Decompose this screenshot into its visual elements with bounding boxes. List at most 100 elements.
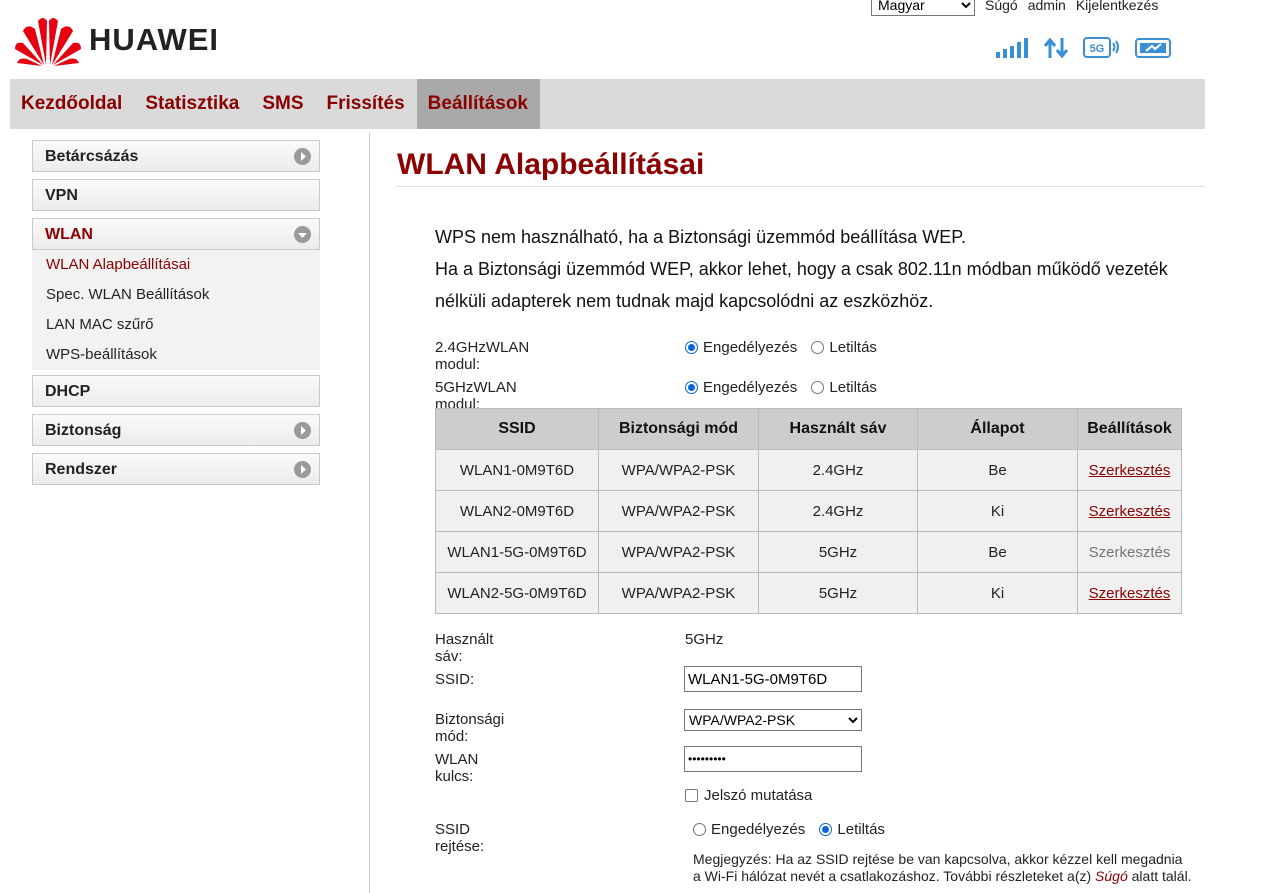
hide-ssid-label: SSID rejtése: (435, 821, 485, 855)
page-title: WLAN Alapbeállításai (397, 148, 705, 181)
sidebar-item-label: VPN (45, 187, 78, 204)
top-bar: Magyar Súgó admin Kijelentkezés (871, 0, 1158, 16)
cell-security: WPA/WPA2-PSK (598, 490, 759, 532)
nav-statistics[interactable]: Statisztika (134, 79, 251, 129)
sidebar-item-label: Rendszer (45, 461, 118, 478)
submenu-wlan-basic[interactable]: WLAN Alapbeállításai (32, 250, 320, 280)
submenu-wps-settings[interactable]: WPS-beállítások (32, 340, 320, 370)
wlan-submenu: WLAN Alapbeállításai Spec. WLAN Beállítá… (32, 250, 320, 370)
table-row: WLAN1-0M9T6D WPA/WPA2-PSK 2.4GHz Be Szer… (435, 449, 1182, 491)
help-link[interactable]: Súgó (985, 0, 1018, 13)
status-icons: 5G (995, 36, 1173, 60)
cell-ssid: WLAN1-5G-0M9T6D (435, 531, 599, 573)
col-ssid: SSID (435, 408, 599, 450)
cell-ssid: WLAN1-0M9T6D (435, 449, 599, 491)
logout-link[interactable]: Kijelentkezés (1076, 0, 1159, 13)
network-5g-icon: 5G (1083, 37, 1119, 58)
sidebar-item-security[interactable]: Biztonság (32, 414, 320, 446)
band-label: Használt sáv: (435, 631, 494, 665)
edit-link-disabled: Szerkesztés (1088, 543, 1171, 561)
module-24-enable-radio[interactable]: Engedélyezés (685, 339, 797, 356)
nav-settings[interactable]: Beállítások (416, 79, 540, 129)
module-5-disable-radio[interactable]: Letiltás (811, 379, 877, 396)
cell-status: Ki (917, 572, 1078, 614)
cell-band: 5GHz (758, 531, 918, 573)
wlan-table: SSID Biztonsági mód Használt sáv Állapot… (435, 408, 1182, 614)
module-5-enable-radio[interactable]: Engedélyezés (685, 379, 797, 396)
notice: WPS nem használható, ha a Biztonsági üze… (435, 221, 1195, 317)
nav-sms[interactable]: SMS (251, 79, 315, 129)
show-password-label: Jelszó mutatása (704, 787, 813, 804)
security-mode-select[interactable]: WPA/WPA2-PSK (684, 709, 862, 731)
sidebar-item-label: WLAN (45, 226, 93, 243)
table-row: WLAN2-0M9T6D WPA/WPA2-PSK 2.4GHz Ki Szer… (435, 490, 1182, 532)
hide-ssid-disable-radio[interactable]: Letiltás (819, 821, 885, 838)
chevron-right-icon (294, 422, 311, 439)
edit-link[interactable]: Szerkesztés (1089, 585, 1171, 602)
col-status: Állapot (917, 408, 1078, 450)
sidebar-item-dialup[interactable]: Betárcsázás (32, 140, 320, 172)
chevron-right-icon (294, 148, 311, 165)
table-row: WLAN1-5G-0M9T6D WPA/WPA2-PSK 5GHz Be Sze… (435, 531, 1182, 573)
cell-status: Ki (917, 490, 1078, 532)
signal-strength-icon (996, 38, 1028, 58)
show-password-checkbox[interactable] (685, 789, 698, 802)
table-row: WLAN2-5G-0M9T6D WPA/WPA2-PSK 5GHz Ki Sze… (435, 572, 1182, 614)
wifi-status-icon (1135, 38, 1171, 58)
sidebar-item-label: Betárcsázás (45, 148, 139, 165)
sidebar: Betárcsázás VPN WLAN WLAN Alapbeállítása… (32, 140, 320, 492)
language-select[interactable]: Magyar (871, 0, 975, 16)
submenu-lan-mac-filter[interactable]: LAN MAC szűrő (32, 310, 320, 340)
security-label: Biztonsági mód: (435, 711, 505, 745)
sidebar-item-label: Biztonság (45, 422, 122, 439)
cell-status: Be (917, 531, 1078, 573)
cell-security: WPA/WPA2-PSK (598, 531, 759, 573)
help-note-link[interactable]: Súgó (1095, 868, 1128, 884)
svg-text:5G: 5G (1090, 43, 1105, 55)
sidebar-item-vpn[interactable]: VPN (32, 179, 320, 211)
cell-ssid: WLAN2-5G-0M9T6D (435, 572, 599, 614)
cell-band: 2.4GHz (758, 490, 918, 532)
band-value: 5GHz (685, 631, 724, 648)
cell-security: WPA/WPA2-PSK (598, 449, 759, 491)
main-nav: Kezdőoldal Statisztika SMS Frissítés Beá… (10, 79, 1205, 129)
cell-status: Be (917, 449, 1078, 491)
sidebar-item-label: DHCP (45, 383, 91, 400)
col-security: Biztonsági mód (598, 408, 759, 450)
notice-line-2: Ha a Biztonsági üzemmód WEP, akkor lehet… (435, 259, 1168, 311)
nav-home[interactable]: Kezdőoldal (10, 79, 134, 129)
wlan-key-input[interactable] (684, 746, 862, 772)
nav-update[interactable]: Frissítés (316, 79, 417, 129)
sidebar-item-system[interactable]: Rendszer (32, 453, 320, 485)
show-password-row[interactable]: Jelszó mutatása (685, 787, 812, 804)
hide-ssid-note: Megjegyzés: Ha az SSID rejtése be van ka… (693, 851, 1192, 884)
chevron-down-icon (294, 226, 311, 243)
divider (369, 133, 370, 893)
sidebar-item-wlan[interactable]: WLAN (32, 218, 320, 250)
huawei-flower-icon (15, 18, 81, 66)
cell-ssid: WLAN2-0M9T6D (435, 490, 599, 532)
brand-name: HUAWEI (89, 22, 219, 57)
notice-line-1: WPS nem használható, ha a Biztonsági üze… (435, 227, 966, 247)
title-divider (397, 186, 1205, 187)
edit-link[interactable]: Szerkesztés (1089, 462, 1171, 479)
chevron-right-icon (294, 461, 311, 478)
submenu-wlan-advanced[interactable]: Spec. WLAN Beállítások (32, 280, 320, 310)
cell-band: 2.4GHz (758, 449, 918, 491)
module-24-label: 2.4GHzWLAN modul: (435, 339, 530, 373)
data-transfer-icon (1043, 37, 1069, 59)
cell-band: 5GHz (758, 572, 918, 614)
huawei-logo: HUAWEI (13, 12, 233, 68)
ssid-label: SSID: (435, 671, 475, 688)
table-header: SSID Biztonsági mód Használt sáv Állapot… (435, 408, 1182, 450)
ssid-input[interactable] (684, 666, 862, 692)
edit-link[interactable]: Szerkesztés (1089, 503, 1171, 520)
sidebar-item-dhcp[interactable]: DHCP (32, 375, 320, 407)
cell-security: WPA/WPA2-PSK (598, 572, 759, 614)
col-settings: Beállítások (1077, 408, 1182, 450)
col-band: Használt sáv (758, 408, 918, 450)
hide-ssid-enable-radio[interactable]: Engedélyezés (693, 821, 805, 838)
username: admin (1027, 0, 1066, 13)
key-label: WLAN kulcs: (435, 751, 479, 785)
module-24-disable-radio[interactable]: Letiltás (811, 339, 877, 356)
